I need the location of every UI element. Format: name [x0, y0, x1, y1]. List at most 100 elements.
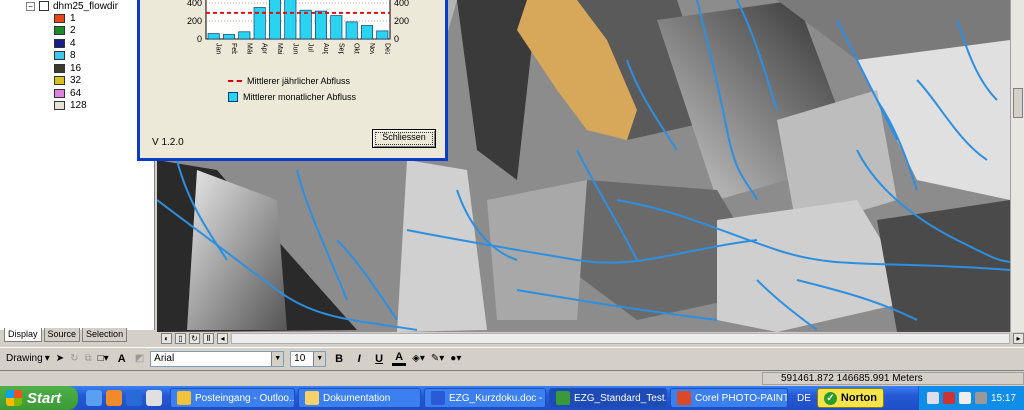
pause-icon[interactable]: Ⅱ — [203, 333, 214, 344]
font-color-button[interactable]: A — [392, 351, 407, 366]
taskbar-button[interactable]: EZG_Kurzdoku.doc - ... — [424, 388, 546, 408]
fill-color-icon[interactable]: ◈▾ — [412, 353, 425, 364]
x-tick-label: Feb — [230, 43, 237, 54]
dashed-line-icon — [228, 80, 242, 82]
scroll-left-icon[interactable]: ◂ — [217, 333, 228, 344]
taskbar-button[interactable]: Dokumentation — [298, 388, 421, 408]
italic-button[interactable]: I — [352, 353, 366, 365]
legend-annual-runoff: Mittlerer jährlicher Abfluss — [228, 76, 350, 86]
drawing-toolbar: Drawing ▾ ➤ ↻ ⧉ □▾ A ◩ Arial ▼ 10 ▼ B I … — [0, 347, 1024, 369]
taskbar-button-label: EZG_Standard_Test.... — [574, 392, 667, 404]
taskbar-button[interactable]: Corel PHOTO-PAINT ... — [670, 388, 788, 408]
bar — [284, 0, 297, 40]
antivirus-icon[interactable] — [942, 392, 955, 404]
bold-button[interactable]: B — [332, 353, 346, 365]
legend-label: 1 — [70, 12, 76, 24]
layer-entry[interactable]: − dhm25_flowdir — [26, 0, 118, 12]
tab-display[interactable]: Display — [4, 328, 42, 342]
callout-icon[interactable]: ◩ — [135, 353, 144, 364]
clock[interactable]: 15:17 — [991, 393, 1016, 404]
rectangle-icon[interactable]: □▾ — [98, 353, 109, 364]
collapse-icon[interactable]: − — [26, 1, 35, 11]
taskbar-button[interactable]: EZG_Standard_Test.... — [549, 388, 667, 408]
x-tick-label: Mai — [276, 43, 283, 54]
legend-label: 64 — [70, 87, 82, 99]
network-icon[interactable] — [926, 392, 939, 404]
color-swatch[interactable] — [54, 63, 65, 73]
scrollbar-track[interactable] — [231, 333, 1010, 344]
legend-annual-label: Mittlerer jährlicher Abfluss — [247, 76, 351, 86]
legend-monthly-runoff: Mittlerer monatlicher Abfluss — [228, 92, 356, 102]
app-icon — [677, 391, 691, 405]
norton-label: Norton — [840, 392, 877, 404]
color-swatch[interactable] — [54, 51, 65, 60]
norton-button[interactable]: ✓ Norton — [816, 388, 884, 408]
line-color-icon[interactable]: ✎▾ — [431, 353, 444, 364]
y-tick-label: 400 — [187, 0, 202, 8]
chevron-down-icon: ▼ — [313, 351, 326, 366]
speaker-icon[interactable] — [958, 392, 971, 404]
bar — [330, 15, 343, 40]
start-button[interactable]: Start — [0, 386, 78, 410]
marker-color-icon[interactable]: ●▾ — [450, 353, 461, 364]
zoom-whole-page-icon[interactable]: ⧉ — [85, 353, 92, 364]
close-button[interactable]: Schliessen — [372, 129, 436, 148]
tab-source[interactable]: Source — [43, 328, 81, 342]
color-swatch[interactable] — [54, 76, 65, 85]
underline-button[interactable]: U — [372, 353, 386, 365]
desktop-icon[interactable] — [86, 390, 102, 406]
map-vertical-scrollbar[interactable] — [1010, 0, 1024, 332]
y2-tick-label: 0 — [394, 34, 399, 44]
status-bar: 591461.872 146685.991 Meters — [0, 370, 1024, 386]
explorer-icon[interactable] — [146, 390, 162, 406]
data-view-icon[interactable]: ◐ — [161, 333, 172, 344]
legend-label: 32 — [70, 75, 82, 86]
printer-icon[interactable] — [974, 392, 987, 404]
drawing-menu[interactable]: Drawing ▾ — [6, 353, 50, 364]
taskbar-button[interactable]: Posteingang - Outloo... — [170, 388, 295, 408]
y2-tick-label: 400 — [394, 0, 409, 8]
scroll-right-icon[interactable]: ▸ — [1013, 333, 1024, 344]
layer-visibility-checkbox[interactable] — [39, 1, 49, 11]
color-swatch[interactable] — [54, 88, 65, 98]
bar-swatch-icon — [228, 92, 238, 102]
font-size-select[interactable]: 10 ▼ — [290, 350, 327, 367]
bar — [222, 34, 236, 40]
legend-item: 8 — [54, 50, 76, 62]
font-name-select[interactable]: Arial ▼ — [150, 350, 285, 367]
app-icon — [556, 391, 570, 405]
tab-selection[interactable]: Selection — [82, 328, 128, 342]
toc-tabs: Display Source Selection — [0, 328, 155, 342]
x-tick-label: Aug — [322, 43, 329, 54]
map-horizontal-scrollbar[interactable]: ◐ ▯ ↻ Ⅱ ◂ ▸ — [157, 332, 1024, 345]
color-swatch[interactable] — [54, 101, 65, 110]
start-label: Start — [27, 389, 62, 407]
rotate-icon[interactable]: ↻ — [70, 353, 78, 364]
color-swatch[interactable] — [54, 38, 65, 48]
ie-icon[interactable] — [126, 390, 142, 406]
checkmark-icon: ✓ — [823, 391, 837, 405]
y-tick-label: 200 — [187, 16, 202, 26]
bar — [314, 10, 328, 40]
legend-label: 8 — [70, 50, 76, 61]
legend-item: 32 — [54, 75, 81, 87]
text-tool-icon[interactable]: A — [115, 353, 129, 365]
refresh-icon[interactable]: ↻ — [189, 333, 200, 344]
bar — [345, 21, 358, 40]
chevron-down-icon: ▼ — [271, 351, 284, 366]
legend-item: 2 — [54, 25, 76, 37]
y-tick-label: 0 — [197, 34, 202, 44]
y2-tick-label: 200 — [394, 16, 409, 26]
legend-label: 16 — [70, 62, 82, 74]
system-tray: 15:17 — [917, 386, 1024, 410]
scrollbar-thumb[interactable] — [1013, 88, 1023, 118]
legend-item: 16 — [54, 62, 81, 74]
firefox-icon[interactable] — [106, 390, 122, 406]
font-name-value: Arial — [154, 353, 175, 364]
layout-view-icon[interactable]: ▯ — [175, 333, 186, 344]
select-elements-icon[interactable]: ➤ — [56, 353, 64, 364]
bar — [376, 30, 389, 40]
color-swatch[interactable] — [54, 13, 65, 23]
language-indicator[interactable]: DE — [797, 393, 811, 404]
color-swatch[interactable] — [54, 26, 65, 35]
